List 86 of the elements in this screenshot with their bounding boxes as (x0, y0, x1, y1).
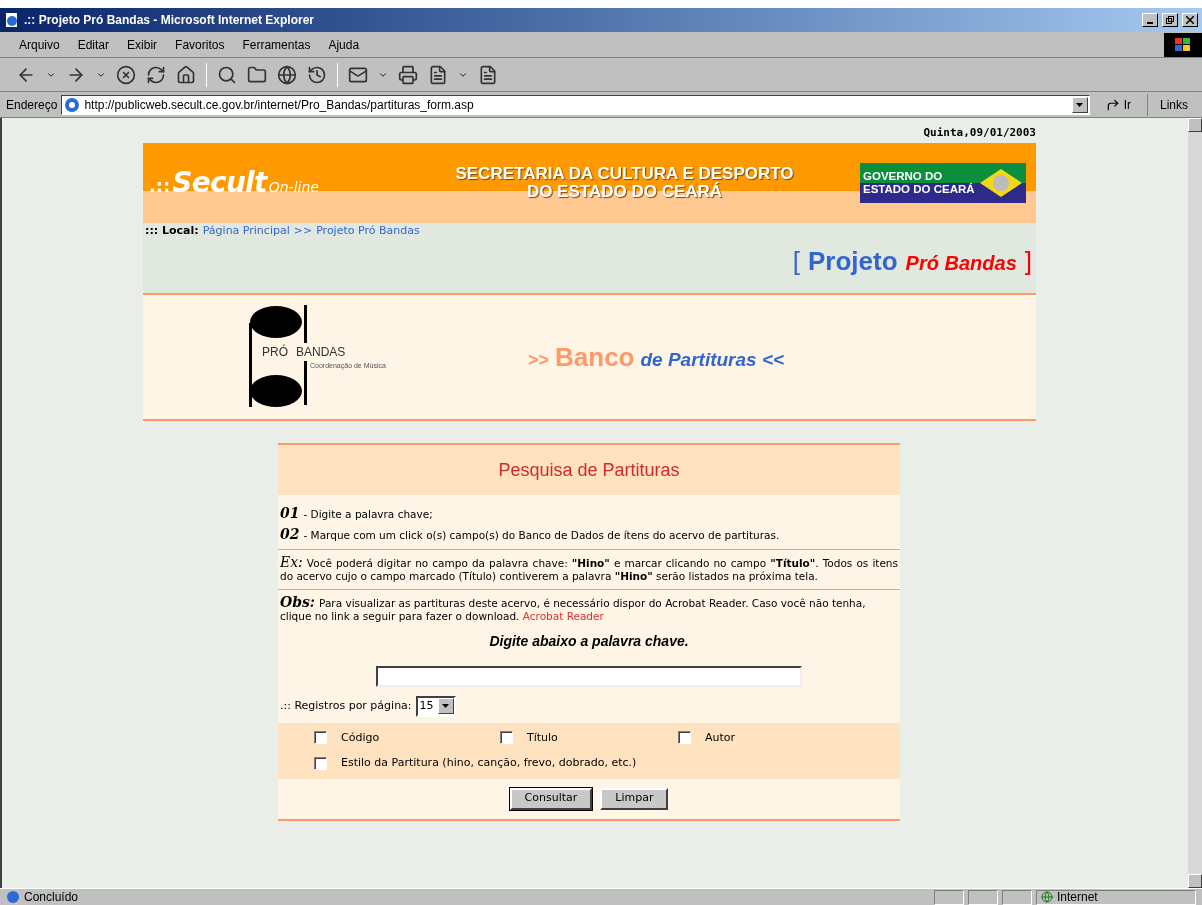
url-text: http://publicweb.secult.ce.gov.br/internet/Pro_Bandas/partituras_form.asp (84, 96, 475, 114)
bracket-text: ] (1024, 244, 1032, 278)
restore-icon (1166, 16, 1174, 24)
obs-paragraph: Obs: Para visualizar as partituras deste acervo, é necessário dispor do Acrobat Reader. Caso você não tenha, clique no link a seguir para fazer o download. Acrobat Reader (280, 596, 867, 623)
logo-text: Secult (172, 165, 267, 201)
badge-text: ESTADO DO CEARÁ (863, 183, 976, 196)
section-heading: de Partituras << (640, 347, 785, 372)
step-number: 02 (280, 525, 300, 544)
badge-text: GOVERNO DO (863, 170, 944, 183)
checkbox[interactable] (314, 756, 327, 770)
breadcrumb-separator: >> (293, 223, 313, 239)
dropdown-arrow-button[interactable] (437, 698, 454, 715)
stop-icon[interactable] (116, 64, 136, 85)
close-button[interactable] (1182, 13, 1198, 27)
minimize-button[interactable] (1142, 13, 1158, 27)
menu-item[interactable]: Exibir (127, 35, 158, 54)
checkbox-label: Estilo da Partitura (hino, canção, frevo, dobrado, etc.) (341, 755, 637, 771)
zone-text: Internet (1057, 889, 1098, 905)
menu-item[interactable]: Ajuda (328, 35, 360, 54)
download-link[interactable]: Acrobat Reader (522, 610, 604, 622)
bracket-text: [ (792, 244, 801, 278)
panel-title: Pesquisa de Partituras (498, 458, 680, 482)
form-button[interactable]: Limpar (600, 787, 669, 810)
keyword-field[interactable] (376, 666, 802, 687)
close-icon (1186, 16, 1194, 24)
caret-icon (442, 704, 450, 709)
history-icon[interactable] (307, 64, 327, 85)
browser-icon (4, 12, 20, 28)
status-text: Concluído (24, 889, 80, 905)
address-field[interactable]: http://publicweb.secult.ce.gov.br/internet/Pro_Bandas/partituras_form.asp (61, 94, 1090, 115)
step-number: 01 (280, 504, 300, 523)
records-dropdown[interactable]: 15 (415, 696, 456, 717)
checkbox-label: Autor (705, 729, 736, 746)
menu-item[interactable]: Ferramentas (242, 35, 311, 54)
checkbox-label: Título (527, 729, 558, 746)
logo-text: On-line (268, 178, 319, 197)
section-heading: Banco (555, 340, 635, 374)
page-icon (6, 890, 20, 904)
status-pane (968, 889, 998, 905)
step-text: - Digite a palavra chave; (303, 507, 433, 522)
document-icon[interactable] (428, 64, 448, 85)
form-button[interactable]: Consultar (509, 787, 593, 810)
dropdown-arrow-button[interactable] (1071, 96, 1088, 113)
menu-item[interactable]: Arquivo (19, 35, 60, 54)
menu-item[interactable]: Favoritos (175, 35, 225, 54)
windows-logo (1164, 32, 1202, 57)
date-text: Quinta,09/01/2003 (923, 124, 1036, 141)
logo-text: PRÓ (262, 343, 288, 361)
window-title: .:: Projeto Pró Bandas - Microsoft Internet Explorer (24, 12, 315, 29)
field-prompt: Digite abaixo a palavra chave. (489, 632, 689, 651)
project-title: Projeto (808, 244, 898, 278)
status-pane (934, 889, 964, 905)
banner-title: SECRETARIA DA CULTURA E DESPORTO (455, 165, 794, 183)
caret-icon (1076, 102, 1084, 107)
step-text: - Marque com um click o(s) campo(s) do Banco de Dados de ítens do acervo de partituras. (303, 528, 780, 543)
go-button[interactable]: Ir (1093, 93, 1143, 116)
refresh-icon[interactable] (146, 64, 166, 85)
restore-button[interactable] (1162, 13, 1178, 27)
page-icon (64, 96, 81, 113)
globe-icon (1041, 891, 1053, 903)
logo-text: BANDAS (296, 343, 346, 361)
checkbox-label: Código (341, 729, 380, 746)
home-icon[interactable] (176, 64, 196, 85)
logo-text: .:: (149, 174, 171, 198)
breadcrumb-link[interactable]: Página Principal (202, 223, 290, 240)
breadcrumb-label: ::: Local: (145, 223, 199, 239)
checkbox[interactable] (678, 731, 691, 745)
menu-item[interactable]: Editar (77, 35, 110, 54)
address-label: Endereço (6, 96, 58, 114)
vertical-scrollbar[interactable] (1188, 118, 1202, 888)
checkbox[interactable] (314, 731, 327, 745)
breadcrumb-link[interactable]: Projeto Pró Bandas (316, 223, 420, 240)
go-arrow-icon (1105, 97, 1120, 112)
search-icon[interactable] (217, 64, 237, 85)
checkbox[interactable] (500, 731, 513, 745)
page-icon[interactable] (478, 64, 498, 85)
project-name: Pró Bandas (905, 250, 1017, 276)
globe-icon[interactable] (277, 64, 297, 85)
example-paragraph: Ex: Você poderá digitar no campo da palavra chave: "Hino" e marcar clicando no campo "Título". Todos os itens do acervo cujo o campo marcado (Título) contiverem a palavra "Hino" serão listados na próxima tela. (280, 556, 898, 583)
heading-arrows: >> (528, 348, 550, 372)
links-button[interactable]: Links (1152, 95, 1196, 114)
printer-icon[interactable] (398, 64, 418, 85)
records-label: .:: Registros por página: (280, 698, 412, 714)
status-pane (1002, 889, 1032, 905)
flag-icon (979, 168, 1023, 198)
folder-icon[interactable] (247, 64, 267, 85)
